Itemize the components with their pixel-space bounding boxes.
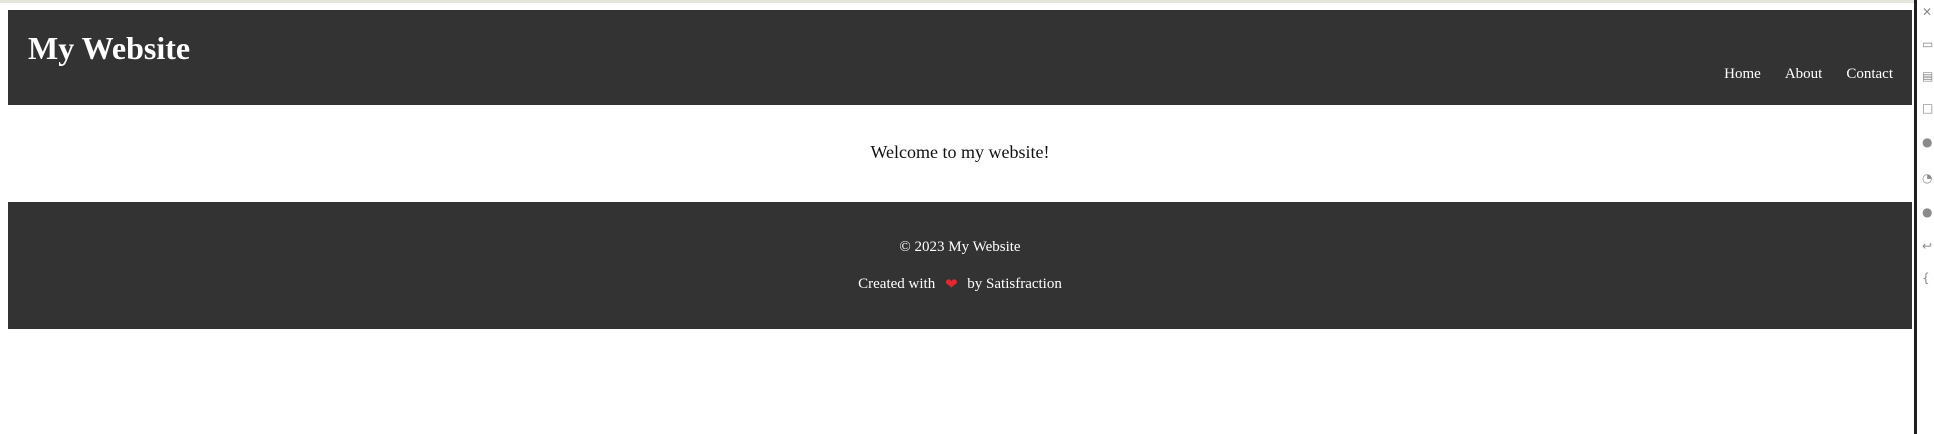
site-footer: © 2023 My Website Created with ❤ by Sati…	[8, 202, 1912, 329]
tool-icon[interactable]: ↩	[1922, 240, 1934, 252]
main-nav: Home About Contact	[1724, 67, 1893, 82]
tool-icon[interactable]: ●	[1922, 136, 1934, 148]
copyright-text: © 2023 My Website	[899, 239, 1021, 255]
credit-prefix: Created with	[858, 276, 936, 292]
credit-line: Created with ❤ by Satisfraction	[8, 275, 1912, 293]
site-header: My Website Home About Contact	[8, 10, 1912, 105]
devtools-rail: ✕ ▭ ▤ □ ● ◔ ● ↩ {	[1914, 0, 1934, 434]
credit-suffix: by Satisfraction	[967, 276, 1062, 292]
top-strip	[0, 0, 1914, 9]
nav-home-link[interactable]: Home	[1724, 67, 1761, 82]
page: My Website Home About Contact Welcome to…	[0, 0, 1934, 434]
tool-icon[interactable]: ✕	[1922, 6, 1934, 18]
tool-icon[interactable]: ◔	[1922, 172, 1934, 184]
tool-icon[interactable]: ▭	[1922, 38, 1934, 50]
site-title: My Website	[28, 30, 191, 66]
nav-about-link[interactable]: About	[1785, 67, 1823, 82]
heart-icon: ❤	[944, 275, 958, 293]
welcome-text: Welcome to my website!	[870, 142, 1050, 162]
tool-icon[interactable]: ▤	[1922, 70, 1934, 82]
tool-icon[interactable]: ●	[1922, 206, 1934, 218]
nav-contact-link[interactable]: Contact	[1846, 67, 1893, 82]
tool-icon[interactable]: {	[1922, 272, 1934, 284]
tool-icon[interactable]: □	[1922, 102, 1934, 114]
